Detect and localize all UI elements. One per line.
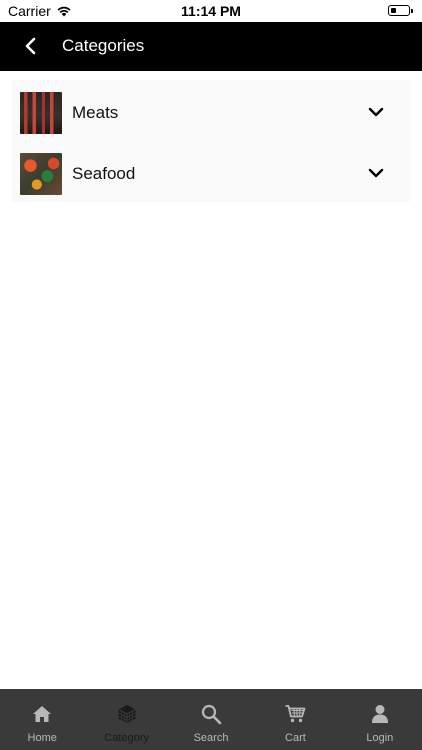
category-item-meats[interactable]: Meats <box>12 80 410 141</box>
user-icon <box>368 702 392 726</box>
app-screen: Carrier 11:14 PM Categories Meats Seafoo… <box>0 0 422 750</box>
status-bar: Carrier 11:14 PM <box>0 0 422 22</box>
back-button[interactable] <box>16 31 46 61</box>
search-icon <box>199 702 223 726</box>
home-icon <box>30 702 54 726</box>
tab-label: Category <box>104 732 149 744</box>
status-time: 11:14 PM <box>181 3 241 19</box>
category-list: Meats Seafood <box>12 80 410 202</box>
tab-bar: Home Category Search Cart Login <box>0 689 422 750</box>
category-item-seafood[interactable]: Seafood <box>12 141 410 202</box>
chevron-down-icon[interactable] <box>368 165 384 181</box>
cart-icon <box>283 702 307 726</box>
nav-bar: Categories <box>0 22 422 71</box>
page-title: Categories <box>62 36 145 55</box>
tab-cart[interactable]: Cart <box>253 689 337 750</box>
tab-label: Search <box>193 732 229 744</box>
tab-home[interactable]: Home <box>0 689 84 750</box>
tab-label: Home <box>27 732 57 744</box>
category-label: Seafood <box>72 164 136 183</box>
category-cube-icon <box>115 702 139 726</box>
battery-level <box>390 7 396 13</box>
battery-icon <box>388 5 413 16</box>
chevron-left-icon <box>25 37 36 55</box>
tab-category[interactable]: Category <box>84 689 168 750</box>
chevron-down-icon[interactable] <box>368 104 384 120</box>
tab-label: Cart <box>285 732 306 744</box>
tab-label: Login <box>366 732 394 744</box>
category-label: Meats <box>72 103 119 122</box>
tab-search[interactable]: Search <box>169 689 253 750</box>
category-image-meats <box>20 92 62 134</box>
category-image-seafood <box>20 153 62 195</box>
tab-login[interactable]: Login <box>338 689 422 750</box>
